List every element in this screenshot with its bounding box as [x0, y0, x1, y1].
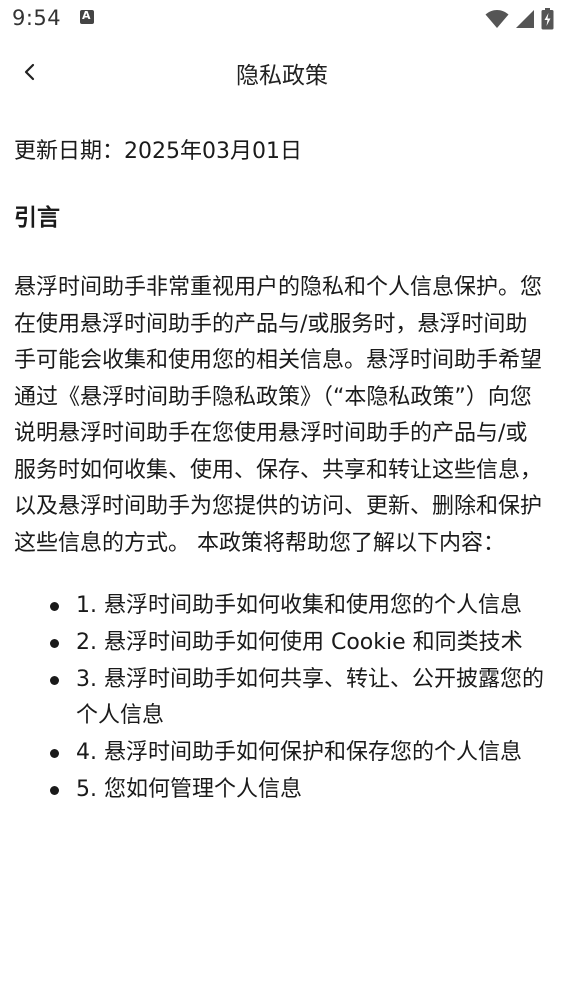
policy-content: 更新日期：2025年03月01日 引言 悬浮时间助手非常重视用户的隐私和个人信息… — [14, 126, 548, 809]
bullet-icon — [50, 786, 59, 795]
notification-icon — [80, 9, 94, 24]
toc-item-label: 2. 悬浮时间助手如何使用 Cookie 和同类技术 — [76, 630, 523, 655]
status-bar: 9:54 — [0, 0, 564, 38]
toc-item: 5. 您如何管理个人信息 — [50, 772, 548, 808]
wifi-icon — [485, 10, 509, 28]
status-icons — [485, 7, 554, 31]
toc-item: 4. 悬浮时间助手如何保护和保存您的个人信息 — [50, 735, 548, 771]
table-of-contents: 1. 悬浮时间助手如何收集和使用您的个人信息 2. 悬浮时间助手如何使用 Coo… — [14, 588, 548, 808]
toc-item: 2. 悬浮时间助手如何使用 Cookie 和同类技术 — [50, 625, 548, 661]
toc-item: 1. 悬浮时间助手如何收集和使用您的个人信息 — [50, 588, 548, 624]
intro-paragraph: 悬浮时间助手非常重视用户的隐私和个人信息保护。您在使用悬浮时间助手的产品与/或服… — [14, 275, 543, 556]
toc-item-label: 1. 悬浮时间助手如何收集和使用您的个人信息 — [76, 593, 522, 618]
bullet-icon — [50, 749, 59, 758]
toc-item: 3. 悬浮时间助手如何共享、转让、公开披露您的个人信息 — [50, 662, 548, 734]
status-time: 9:54 — [12, 6, 62, 30]
toc-item-label: 5. 您如何管理个人信息 — [76, 777, 302, 802]
top-app-bar: 隐私政策 — [0, 38, 564, 106]
toc-item-label: 4. 悬浮时间助手如何保护和保存您的个人信息 — [76, 740, 522, 765]
update-date: 更新日期：2025年03月01日 — [14, 139, 302, 164]
bullet-icon — [50, 676, 59, 685]
toc-item-label: 3. 悬浮时间助手如何共享、转让、公开披露您的个人信息 — [76, 667, 544, 728]
section-heading: 引言 — [14, 205, 60, 231]
battery-icon — [541, 8, 554, 30]
signal-icon — [516, 10, 534, 28]
page-title: 隐私政策 — [236, 63, 328, 89]
bullet-icon — [50, 602, 59, 611]
bullet-icon — [50, 639, 59, 648]
